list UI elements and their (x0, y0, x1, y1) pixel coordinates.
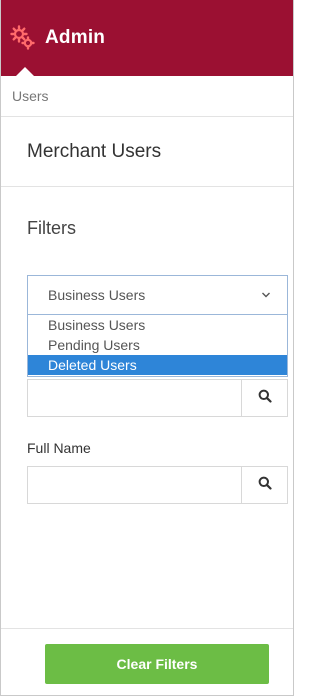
search-icon (258, 389, 272, 408)
admin-panel: Admin Users Merchant Users Filters Busin… (0, 0, 294, 696)
chevron-down-icon (261, 288, 271, 302)
user-type-dropdown: Business Users Pending Users Deleted Use… (27, 315, 288, 377)
footer-divider (1, 628, 293, 629)
full-name-label: Full Name (27, 440, 91, 456)
section-title-text: Merchant Users (27, 140, 162, 162)
search-button[interactable] (241, 380, 287, 416)
search-icon (258, 476, 272, 495)
gears-icon (9, 24, 37, 52)
admin-header: Admin (1, 0, 293, 77)
breadcrumb: Users (1, 76, 293, 117)
clear-filters-button[interactable]: Clear Filters (45, 644, 269, 684)
full-name-search-button[interactable] (241, 467, 287, 503)
search-input[interactable] (28, 380, 241, 416)
dropdown-option-business-users[interactable]: Business Users (28, 315, 287, 335)
search-field (27, 379, 288, 417)
page-title: Merchant Users (1, 117, 293, 187)
header-title: Admin (45, 27, 106, 48)
breadcrumb-users[interactable]: Users (12, 88, 49, 104)
filters-heading: Filters (27, 218, 76, 238)
full-name-input[interactable] (28, 467, 241, 503)
full-name-field (27, 466, 288, 504)
user-type-selected: Business Users (48, 287, 146, 303)
dropdown-option-deleted-users[interactable]: Deleted Users (28, 355, 287, 375)
dropdown-option-pending-users[interactable]: Pending Users (28, 335, 287, 355)
user-type-select[interactable]: Business Users (27, 275, 288, 315)
